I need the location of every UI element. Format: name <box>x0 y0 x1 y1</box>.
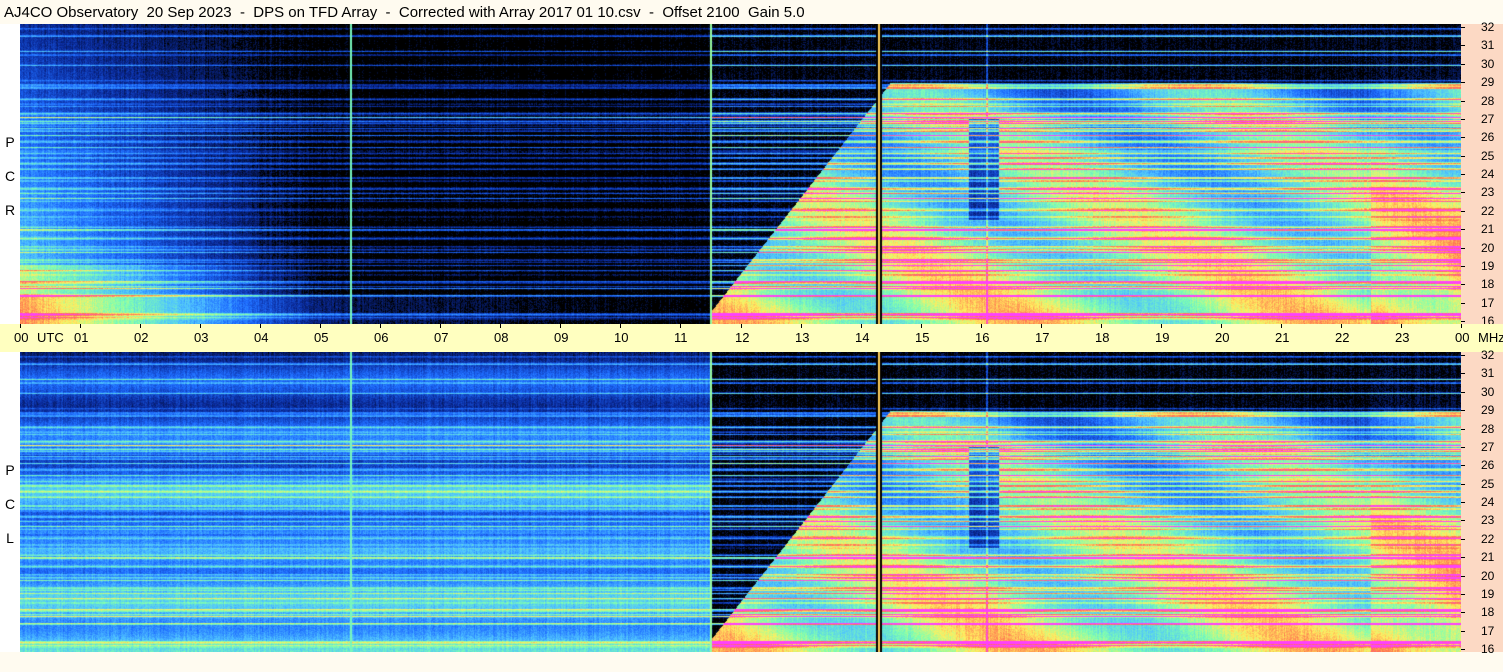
utc-tick-label: 11 <box>674 330 688 345</box>
mhz-tick-label: 32 <box>1481 20 1495 34</box>
mhz-tick-label: 16 <box>1481 642 1495 656</box>
lcp-spectrogram <box>20 352 1461 652</box>
rcp-label: R C P <box>0 24 20 324</box>
utc-tick-label: 01 <box>74 330 89 345</box>
utc-tick-label: 19 <box>1155 330 1170 345</box>
lcp-letter-c: C <box>4 496 16 512</box>
rcp-letter-p: P <box>5 134 15 150</box>
mhz-tick-label: 31 <box>1481 38 1495 52</box>
utc-tick-label: 08 <box>494 330 509 345</box>
utc-tick-label: 15 <box>915 330 930 345</box>
rcp-spectrogram <box>20 24 1461 324</box>
lcp-spectrogram-canvas <box>20 352 1461 652</box>
mhz-tick-label: 27 <box>1481 440 1495 454</box>
utc-tick-label: 04 <box>254 330 269 345</box>
mhz-tick-label: 18 <box>1481 277 1495 291</box>
rcp-label-strip: R C P <box>0 24 20 324</box>
utc-tick-label: 12 <box>735 330 750 345</box>
utc-tick-label: 21 <box>1275 330 1290 345</box>
mhz-tick-label: 21 <box>1481 550 1495 564</box>
mhz-tick-label: 19 <box>1481 587 1495 601</box>
rcp-spectrogram-canvas <box>20 24 1461 324</box>
lcp-frequency-axis: 32 31 30 29 28 27 26 25 24 23 22 21 20 19 18 17 16 <box>1461 348 1503 656</box>
utc-tick-label: 00 <box>14 330 29 345</box>
mhz-tick-label: 17 <box>1481 296 1495 310</box>
mhz-tick-label: 25 <box>1481 477 1495 491</box>
rcp-frequency-axis: 32 31 30 29 28 27 26 25 24 23 22 21 20 19 18 17 16 <box>1461 20 1503 328</box>
mhz-tick-label: 17 <box>1481 624 1495 638</box>
mhz-axis-label: MHz <box>1478 330 1503 345</box>
utc-tick-label: 10 <box>614 330 629 345</box>
mhz-tick-label: 20 <box>1481 569 1495 583</box>
utc-tick-label: 13 <box>795 330 810 345</box>
lcp-letter-p: P <box>5 462 15 478</box>
utc-time-axis: UTC MHz 00 01 02 03 04 05 06 07 08 09 10 11 12 13 14 15… <box>0 324 1503 352</box>
mhz-tick-label: 25 <box>1481 149 1495 163</box>
utc-tick-label: 14 <box>855 330 870 345</box>
mhz-tick-label: 27 <box>1481 112 1495 126</box>
mhz-tick-label: 28 <box>1481 422 1495 436</box>
utc-tick-label: 07 <box>434 330 449 345</box>
lcp-letter-l: L <box>6 530 14 546</box>
mhz-tick-label: 30 <box>1481 57 1495 71</box>
mhz-tick-label: 18 <box>1481 605 1495 619</box>
mhz-tick-label: 31 <box>1481 366 1495 380</box>
utc-tick-label: 05 <box>314 330 329 345</box>
mhz-tick-label: 26 <box>1481 130 1495 144</box>
utc-tick-label: 17 <box>1035 330 1050 345</box>
mhz-tick-label: 21 <box>1481 222 1495 236</box>
rcp-letter-c: C <box>4 168 16 184</box>
utc-tick-label: 00 <box>1455 330 1470 345</box>
utc-tick-label: 22 <box>1335 330 1350 345</box>
mhz-tick-label: 22 <box>1481 532 1495 546</box>
mhz-tick-label: 29 <box>1481 75 1495 89</box>
mhz-tick-label: 24 <box>1481 495 1495 509</box>
utc-axis-label: UTC <box>37 330 64 345</box>
mhz-tick-label: 32 <box>1481 348 1495 362</box>
utc-tick-label: 09 <box>554 330 569 345</box>
mhz-tick-label: 23 <box>1481 185 1495 199</box>
utc-tick-label: 06 <box>374 330 389 345</box>
rcp-letter-r: R <box>4 202 16 218</box>
mhz-tick-label: 30 <box>1481 385 1495 399</box>
utc-tick-label: 18 <box>1095 330 1110 345</box>
mhz-tick-label: 24 <box>1481 167 1495 181</box>
mhz-tick-label: 19 <box>1481 259 1495 273</box>
mhz-tick-label: 22 <box>1481 204 1495 218</box>
utc-tick-label: 16 <box>975 330 990 345</box>
mhz-tick-label: 28 <box>1481 94 1495 108</box>
utc-tick-label: 23 <box>1395 330 1410 345</box>
mhz-tick-label: 23 <box>1481 513 1495 527</box>
mhz-tick-label: 26 <box>1481 458 1495 472</box>
mhz-tick-label: 29 <box>1481 403 1495 417</box>
lcp-label-strip: L C P <box>0 352 20 652</box>
utc-tick-label: 20 <box>1215 330 1230 345</box>
utc-tick-label: 03 <box>194 330 209 345</box>
chart-title: AJ4CO Observatory 20 Sep 2023 - DPS on T… <box>4 4 805 21</box>
lcp-label: L C P <box>0 352 20 652</box>
utc-tick-label: 02 <box>134 330 149 345</box>
mhz-tick-label: 20 <box>1481 241 1495 255</box>
